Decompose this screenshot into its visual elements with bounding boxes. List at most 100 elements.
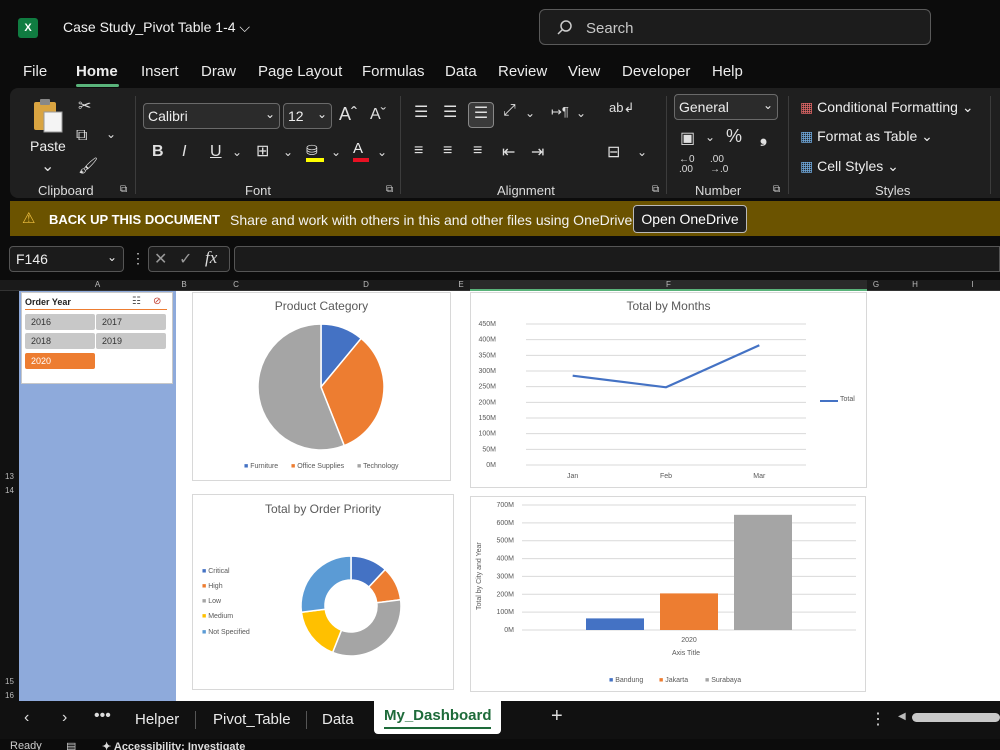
column-header-g[interactable]: G	[867, 280, 885, 291]
align-center-icon[interactable]: ≡	[443, 142, 452, 160]
accounting-format-icon[interactable]: ▣	[680, 128, 695, 148]
add-sheet-icon[interactable]: +	[551, 705, 563, 728]
dialog-launcher-icon[interactable]: ⧉	[120, 184, 127, 195]
product-category-pie[interactable]	[256, 322, 386, 452]
cancel-icon[interactable]: ✕	[154, 249, 167, 269]
comma-style-icon[interactable]: ❟	[760, 126, 767, 147]
slicer-item-2016[interactable]: 2016	[25, 314, 95, 330]
orientation-icon[interactable]: ⤢	[503, 102, 516, 120]
dialog-launcher-icon[interactable]: ⧉	[773, 184, 780, 195]
sheet-tab-my-dashboard[interactable]: My_Dashboard	[384, 707, 492, 724]
fill-color-icon[interactable]: ⛁	[306, 142, 324, 162]
chevron-down-icon[interactable]: ⌄	[576, 106, 586, 120]
row-header-15[interactable]: 15	[0, 677, 19, 686]
column-header-b[interactable]: B	[176, 280, 192, 291]
merge-center-icon[interactable]: ⊟	[607, 142, 620, 162]
menu-view[interactable]: View	[568, 63, 600, 80]
dialog-launcher-icon[interactable]: ⧉	[386, 184, 393, 195]
row-header-13[interactable]: 13	[0, 472, 19, 481]
chevron-down-icon[interactable]: ⌄	[331, 145, 341, 159]
increase-decimal-icon[interactable]: ←0.00	[679, 155, 695, 175]
sheet-tab-helper[interactable]: Helper	[135, 711, 179, 728]
italic-icon[interactable]: I	[182, 143, 186, 161]
more-sheets-icon[interactable]: •••	[94, 707, 111, 725]
more-options-icon[interactable]: ⋮	[131, 250, 145, 267]
clear-filter-icon[interactable]: ⊘	[153, 296, 161, 307]
multi-select-icon[interactable]: ☷	[132, 296, 141, 307]
menu-help[interactable]: Help	[712, 63, 743, 80]
chevron-down-icon[interactable]: ⌄	[283, 145, 293, 159]
decrease-font-size-icon[interactable]: Aˇ	[370, 106, 386, 124]
format-as-table-button[interactable]: ▦ Format as Table ⌄	[800, 128, 933, 145]
menu-formulas[interactable]: Formulas	[362, 63, 425, 80]
text-direction-icon[interactable]: ↦¶	[551, 104, 569, 120]
font-size-select[interactable]: 12 ⌄	[283, 103, 332, 129]
slicer-item-2018[interactable]: 2018	[25, 333, 95, 349]
enter-icon[interactable]: ✓	[179, 249, 192, 269]
dialog-launcher-icon[interactable]: ⧉	[652, 184, 659, 195]
underline-icon[interactable]: U	[210, 143, 222, 161]
order-priority-doughnut[interactable]	[299, 554, 403, 658]
column-header-i[interactable]: I	[945, 280, 1000, 291]
scroll-left-icon[interactable]: ◀	[898, 711, 906, 722]
sheet-tab-data[interactable]: Data	[322, 711, 354, 728]
decrease-indent-icon[interactable]: ⇤	[502, 142, 515, 162]
copy-icon[interactable]: ⧉	[76, 127, 87, 145]
column-header-a[interactable]: A	[19, 280, 176, 291]
paste-icon[interactable]	[30, 98, 66, 134]
row-header-16[interactable]: 16	[0, 691, 19, 700]
formula-input[interactable]	[234, 246, 1000, 272]
menu-file[interactable]: File	[23, 63, 47, 80]
conditional-formatting-button[interactable]: ▦ Conditional Formatting ⌄	[800, 99, 974, 116]
insert-function-button[interactable]: fx	[205, 248, 217, 268]
slicer-item-2019[interactable]: 2019	[96, 333, 166, 349]
align-left-icon[interactable]: ≡	[414, 142, 423, 160]
menu-draw[interactable]: Draw	[201, 63, 236, 80]
column-header-d[interactable]: D	[280, 280, 452, 291]
chevron-right-icon[interactable]: ›	[62, 709, 67, 727]
chevron-down-icon[interactable]: ⌄	[637, 145, 647, 159]
wrap-text-icon[interactable]: ab↲	[609, 100, 634, 116]
accessibility-status[interactable]: ✦ Accessibility: Investigate	[102, 740, 245, 750]
column-header-h[interactable]: H	[885, 280, 945, 291]
cut-icon[interactable]: ✂	[78, 96, 91, 116]
menu-home[interactable]: Home	[76, 63, 118, 80]
sheet-tab-pivot-table[interactable]: Pivot_Table	[213, 711, 291, 728]
cell-styles-button[interactable]: ▦ Cell Styles ⌄	[800, 158, 899, 175]
increase-font-size-icon[interactable]: Aˆ	[339, 104, 357, 125]
chevron-down-icon[interactable]: ⌄	[377, 145, 387, 159]
borders-icon[interactable]: ⊞	[256, 141, 269, 161]
search-box[interactable]: Search	[539, 9, 931, 45]
chevron-left-icon[interactable]: ‹	[24, 709, 29, 727]
decrease-decimal-icon[interactable]: .00 →.0	[710, 155, 728, 175]
number-format-select[interactable]: General ⌄	[674, 94, 778, 120]
align-middle-icon[interactable]: ☰	[443, 102, 457, 122]
more-options-icon[interactable]: ⋮	[870, 709, 886, 729]
menu-developer[interactable]: Developer	[622, 63, 690, 80]
open-onedrive-button[interactable]: Open OneDrive	[633, 205, 747, 233]
menu-data[interactable]: Data	[445, 63, 477, 80]
menu-insert[interactable]: Insert	[141, 63, 179, 80]
chevron-down-icon[interactable]: ⌄	[232, 145, 242, 159]
row-header-14[interactable]: 14	[0, 486, 19, 495]
slicer-item-2017[interactable]: 2017	[96, 314, 166, 330]
align-bottom-icon[interactable]: ☰	[468, 102, 494, 128]
chevron-down-icon[interactable]: ⌄	[106, 127, 116, 141]
workbook-stats-icon[interactable]: ▤	[66, 740, 76, 750]
slicer-item-2020[interactable]: 2020	[25, 353, 95, 369]
document-title[interactable]: Case Study_Pivot Table 1-4 ⌵	[63, 19, 250, 36]
chevron-down-icon[interactable]: ⌄	[525, 106, 535, 120]
column-header-e[interactable]: E	[452, 280, 470, 291]
chevron-down-icon[interactable]: ⌄	[705, 130, 715, 144]
align-right-icon[interactable]: ≡	[473, 142, 482, 160]
name-box[interactable]: F146 ⌄	[9, 246, 124, 272]
horizontal-scrollbar[interactable]	[912, 713, 1000, 722]
percent-icon[interactable]: %	[726, 126, 742, 147]
menu-page-layout[interactable]: Page Layout	[258, 63, 342, 80]
column-header-c[interactable]: C	[192, 280, 280, 291]
format-painter-icon[interactable]: 🖌	[78, 156, 98, 176]
paste-button[interactable]: Paste	[30, 138, 66, 154]
font-name-select[interactable]: Calibri ⌄	[143, 103, 280, 129]
column-header-f[interactable]: F	[470, 280, 867, 291]
align-top-icon[interactable]: ☰	[414, 102, 428, 122]
